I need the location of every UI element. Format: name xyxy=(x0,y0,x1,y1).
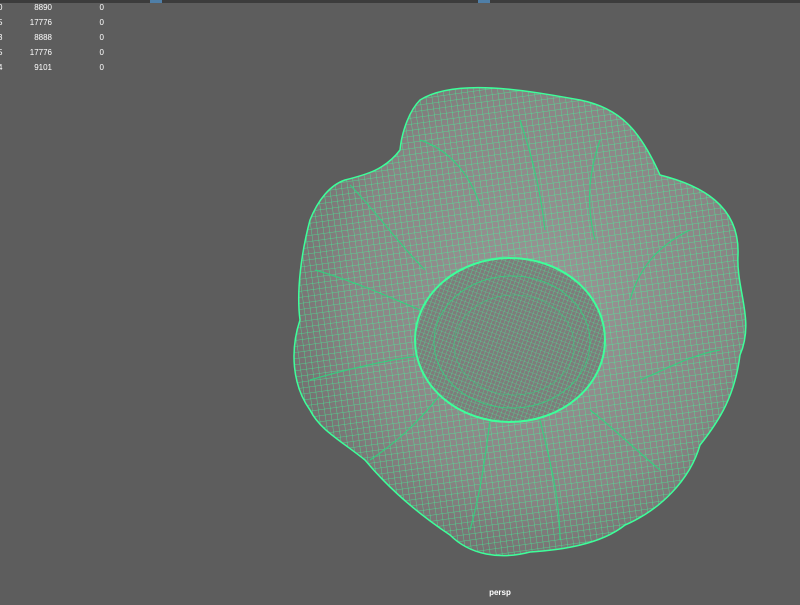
hud-row: 5 17776 0 xyxy=(0,45,120,60)
hud-value: 0 xyxy=(99,3,104,12)
hud-value: 0 xyxy=(99,33,104,42)
mesh-render[interactable] xyxy=(0,0,800,600)
hud-row: 5 17776 0 xyxy=(0,15,120,30)
hud-index: 0 xyxy=(0,3,3,12)
camera-label: persp xyxy=(489,588,511,597)
hud-value: 0 xyxy=(99,18,104,27)
hud-index: 3 xyxy=(0,33,3,42)
perspective-viewport[interactable] xyxy=(0,0,800,600)
hud-count: 17776 xyxy=(29,48,52,57)
hud-index: 4 xyxy=(0,63,3,72)
hud-index: 5 xyxy=(0,48,3,57)
hud-count: 8890 xyxy=(34,3,52,12)
hud-value: 0 xyxy=(99,48,104,57)
hud-count: 8888 xyxy=(34,33,52,42)
hud-count: 17776 xyxy=(29,18,52,27)
hud-value: 0 xyxy=(99,63,104,72)
hud-count: 9101 xyxy=(34,63,52,72)
hud-index: 5 xyxy=(0,18,3,27)
poly-count-hud: 0 8890 0 5 17776 0 3 8888 0 5 17776 0 4 … xyxy=(0,0,120,80)
hud-row: 0 8890 0 xyxy=(0,0,120,15)
hud-row: 4 9101 0 xyxy=(0,60,120,75)
hud-row: 3 8888 0 xyxy=(0,30,120,45)
